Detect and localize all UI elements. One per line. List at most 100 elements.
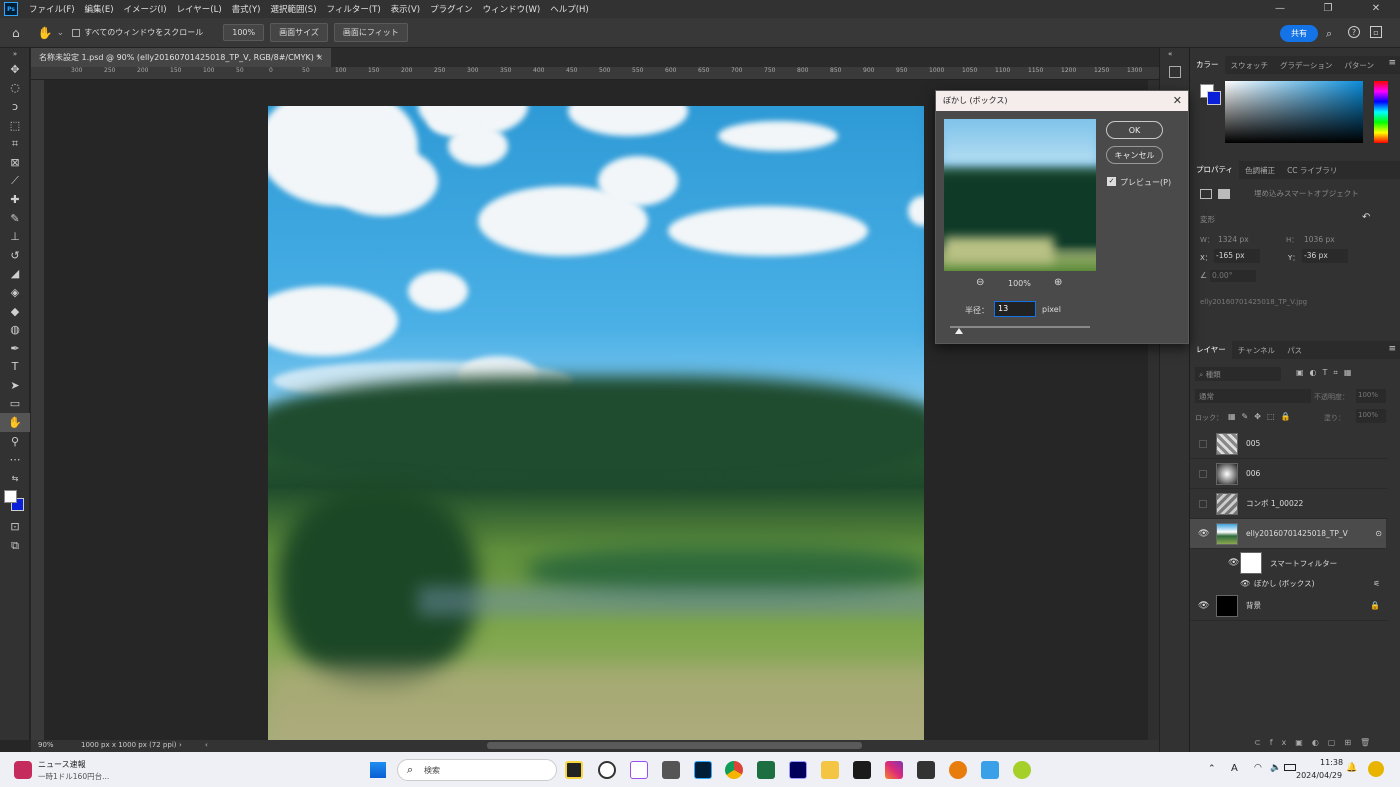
layer-row-background[interactable]: 👁 背景 🔒 [1190,591,1388,621]
menu-image[interactable]: イメージ(I) [119,3,172,15]
dodge-tool-icon[interactable]: ◍ [0,320,30,339]
notification-bell-icon[interactable]: 🔔 [1346,763,1357,773]
rectangle-tool-icon[interactable]: ▭ [0,395,30,414]
tab-swatches[interactable]: スウォッチ [1225,60,1275,71]
tab-paths[interactable]: パス [1281,345,1308,356]
eyedropper-tool-icon[interactable]: ⟋ [0,172,30,191]
file-explorer-icon[interactable] [821,761,839,779]
radius-input[interactable]: 13 [994,301,1036,317]
color-picker-field[interactable] [1225,81,1363,143]
smart-filter-mask[interactable] [1240,552,1262,574]
eye-icon[interactable]: 👁 [1228,558,1239,568]
hand-tool-icon[interactable]: ✋ [38,26,53,40]
close-dialog-icon[interactable]: ✕ [1173,91,1182,111]
excel-icon[interactable] [757,761,775,779]
mask-icon[interactable] [1218,189,1230,199]
document-tab[interactable]: 名称未設定 1.psd @ 90% (elly20160701425018_TP… [31,48,331,67]
visibility-toggle-empty[interactable] [1199,499,1207,508]
instagram-icon[interactable] [885,761,903,779]
layer-filter-search[interactable]: ⌕ 種類 [1195,367,1281,381]
collapse-panels-icon[interactable]: « [1168,50,1172,58]
hand-tool-icon[interactable]: ✋ [0,413,30,432]
news-subtitle[interactable]: 一時1ドル160円台... [38,771,109,782]
workspace-icon[interactable]: ▫ [1370,26,1382,38]
app-icon-pen[interactable] [853,761,871,779]
vectorizer-icon[interactable] [1013,761,1031,779]
radius-slider-track[interactable] [950,326,1090,328]
scroll-left-icon[interactable]: ‹ [205,741,208,749]
layer-name[interactable]: コンポ 1_00022 [1246,498,1303,509]
zoom-in-icon[interactable]: ⊕ [1054,277,1062,288]
filter-name[interactable]: ぼかし (ボックス) [1254,578,1315,589]
clock-time[interactable]: 11:38 [1320,758,1343,767]
tab-cc-libraries[interactable]: CC ライブラリ [1281,165,1343,176]
quick-mask-icon[interactable]: ⊡ [0,518,30,537]
lasso-tool-icon[interactable]: ↄ [0,97,30,116]
filter-options-icon[interactable]: ⚟ [1373,579,1380,588]
chrome-icon[interactable] [725,761,743,779]
menu-layer[interactable]: レイヤー(L) [172,3,227,15]
tab-gradients[interactable]: グラデーション [1274,60,1338,71]
type-tool-icon[interactable]: T [0,358,30,377]
healing-brush-tool-icon[interactable]: ✚ [0,190,30,209]
after-effects-icon[interactable] [789,761,807,779]
fill-input[interactable]: 100% [1356,409,1386,423]
fill-screen-button[interactable]: 画面にフィット [333,23,408,42]
eye-icon[interactable]: 👁 [1198,529,1209,539]
path-select-tool-icon[interactable]: ➤ [0,376,30,395]
flask-app-icon[interactable] [981,761,999,779]
visibility-toggle-empty[interactable] [1199,469,1207,478]
document-image[interactable] [268,106,924,740]
screen-mode-icon[interactable]: ⧉ [0,536,30,555]
search-icon[interactable]: ⌕ [1326,27,1332,41]
ime-indicator[interactable]: A [1231,763,1238,774]
layer-name[interactable]: 006 [1246,469,1260,478]
dialog-title[interactable]: ぼかし (ボックス) [936,91,1188,111]
layer-name[interactable]: 背景 [1246,600,1261,611]
height-value[interactable]: 1036 px [1304,235,1335,244]
hue-slider[interactable] [1374,81,1388,143]
preview-app-icon[interactable] [1368,761,1384,777]
ok-button[interactable]: OK [1106,121,1163,139]
minimize-button[interactable]: — [1256,0,1304,18]
start-button-icon[interactable] [370,762,386,778]
news-title[interactable]: ニュース速報 [38,759,86,770]
frame-tool-icon[interactable]: ⊠ [0,153,30,172]
history-brush-tool-icon[interactable]: ↺ [0,246,30,265]
smart-filter-row[interactable]: 👁 スマートフィルター [1190,549,1388,577]
layer-row-comp[interactable]: コンポ 1_00022 [1190,489,1388,519]
menu-select[interactable]: 選択範囲(S) [265,3,321,15]
layer-filter-icons[interactable]: ▣◐T⌗▦ [1296,368,1358,378]
marquee-tool-icon[interactable]: ◌ [0,79,30,98]
clock-date[interactable]: 2024/04/29 [1296,771,1342,780]
layer-name[interactable]: elly20160701425018_TP_V [1246,529,1348,538]
layer-row-006[interactable]: 006 [1190,459,1388,489]
menu-window[interactable]: ウィンドウ(W) [478,3,546,15]
angle-input[interactable]: 0.00° [1210,270,1256,282]
lock-icons[interactable]: ▦✎✥⬚🔒 [1228,412,1296,421]
scroll-all-checkbox[interactable] [72,28,81,37]
notepad-icon[interactable] [630,761,648,779]
layer-row-elly-selected[interactable]: 👁 elly20160701425018_TP_V ⊙ [1190,519,1386,549]
taskbar-search[interactable]: ⌕ 検索 [397,759,557,781]
brush-tool-icon[interactable]: ✎ [0,209,30,228]
zoom-100-button[interactable]: 100% [223,24,265,41]
cancel-button[interactable]: キャンセル [1106,146,1163,164]
tray-chevron-icon[interactable]: ⌃ [1208,764,1216,774]
y-input[interactable]: -36 px [1302,249,1348,263]
layers-panel-menu-icon[interactable]: ≡ [1388,344,1396,354]
history-panel-icon[interactable] [1169,66,1181,78]
news-widget-icon[interactable] [14,761,32,779]
menu-help[interactable]: ヘルプ(H) [545,3,594,15]
menu-edit[interactable]: 編集(E) [80,3,119,15]
paint-bucket-tool-icon[interactable]: ◈ [0,283,30,302]
eye-icon[interactable]: 👁 [1198,601,1209,611]
tab-adjustments[interactable]: 色調補正 [1239,165,1281,176]
photoshop-taskbar-icon[interactable] [694,761,712,779]
reset-transform-icon[interactable]: ↶ [1362,212,1370,223]
eye-icon[interactable]: 👁 [1240,579,1250,588]
menu-type[interactable]: 書式(Y) [227,3,266,15]
menu-filter[interactable]: フィルター(T) [322,3,386,15]
menu-file[interactable]: ファイル(F) [24,3,80,15]
layers-footer-icons[interactable]: ⊂fx▣◐▢⊞🗑 [1254,738,1379,747]
